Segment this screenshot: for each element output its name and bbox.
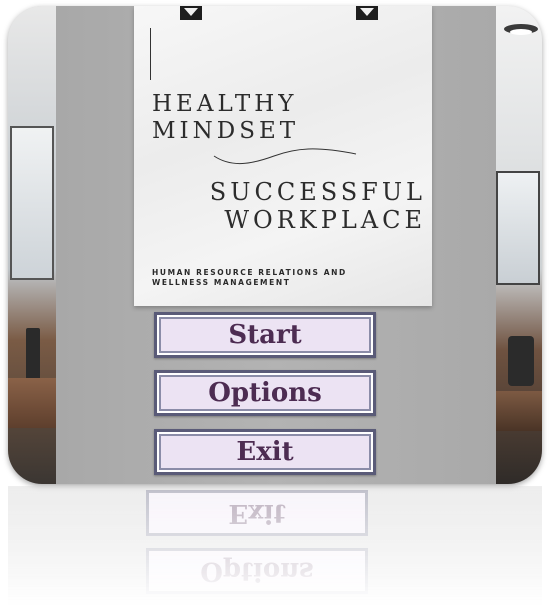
poster-title-healthy-mindset: HEALTHY MINDSET xyxy=(152,91,299,145)
office-background-right xyxy=(496,6,542,484)
poster-title-line: MINDSET xyxy=(152,118,300,144)
poster-subtitle-line: HUMAN RESOURCE RELATIONS AND xyxy=(152,268,347,277)
office-monitor xyxy=(26,328,40,380)
options-button-reflection: Options xyxy=(146,548,368,594)
frame-reflection: Exit Options xyxy=(8,486,542,606)
exit-button-reflection: Exit xyxy=(146,490,368,536)
office-chair xyxy=(508,336,534,386)
game-frame: HEALTHY MINDSET SUCCESSFUL WORKPLACE HUM… xyxy=(8,6,542,484)
ceiling-lamp xyxy=(504,24,538,35)
poster-title-line: HEALTHY xyxy=(152,91,298,117)
poster-subtitle: HUMAN RESOURCE RELATIONS AND WELLNESS MA… xyxy=(152,268,347,288)
start-button[interactable]: Start xyxy=(154,312,376,358)
poster-title-line: SUCCESSFUL xyxy=(209,178,426,206)
office-desk xyxy=(496,391,542,431)
poster-title-successful-workplace: SUCCESSFUL WORKPLACE xyxy=(210,178,426,234)
squiggle-divider xyxy=(213,148,357,165)
poster-title-line: WORKPLACE xyxy=(224,206,426,234)
office-background-left xyxy=(8,6,56,484)
binder-clip xyxy=(180,6,202,20)
office-desk xyxy=(8,378,56,428)
office-window xyxy=(496,171,540,285)
binder-clip xyxy=(356,6,378,20)
office-window xyxy=(10,126,54,280)
options-button[interactable]: Options xyxy=(154,370,376,416)
title-poster: HEALTHY MINDSET SUCCESSFUL WORKPLACE HUM… xyxy=(134,6,432,306)
exit-button[interactable]: Exit xyxy=(154,429,376,475)
poster-subtitle-line: WELLNESS MANAGEMENT xyxy=(152,278,291,287)
poster-accent-line xyxy=(150,28,151,80)
